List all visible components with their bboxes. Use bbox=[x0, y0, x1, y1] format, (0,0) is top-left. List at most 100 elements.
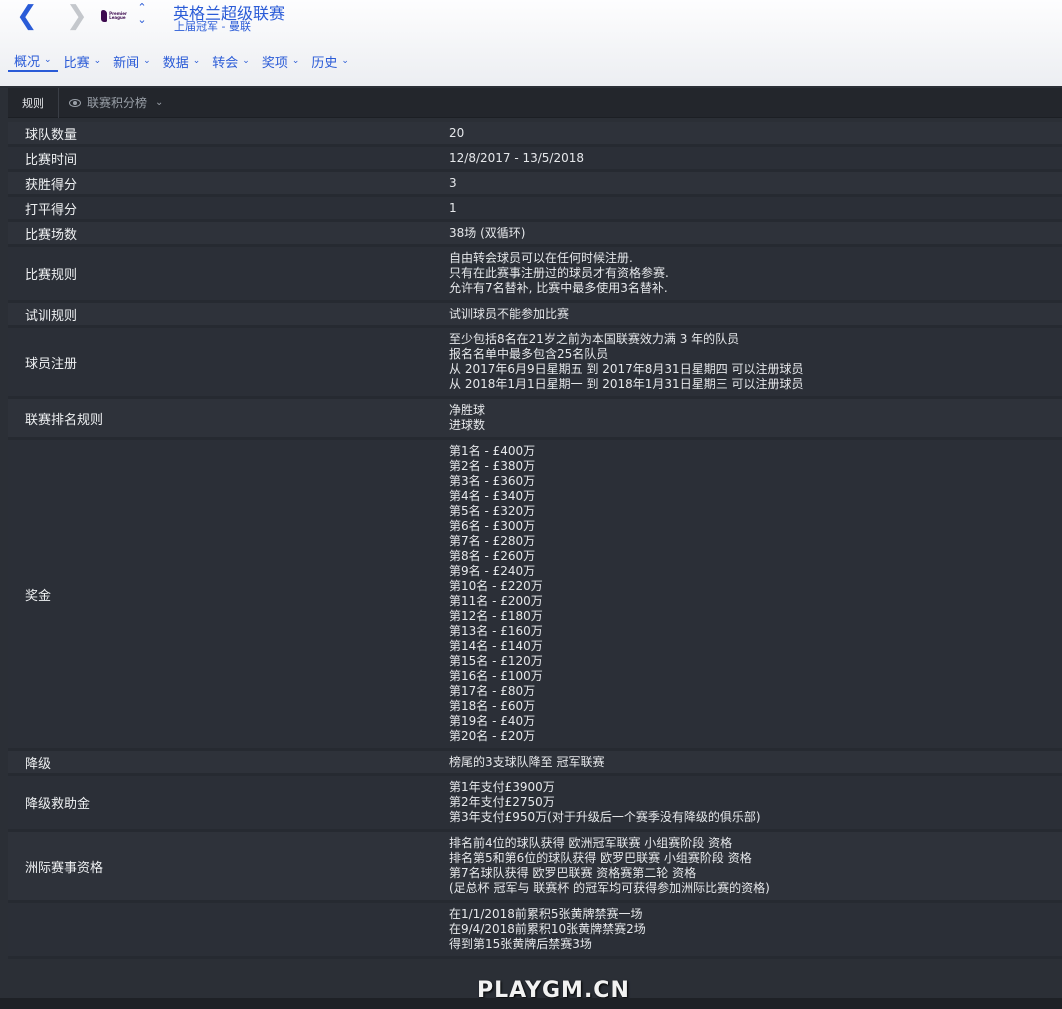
value-line: 在1/1/2018前累积5张黄牌禁赛一场 bbox=[449, 907, 643, 921]
row-value: 1 bbox=[449, 197, 1062, 219]
chevron-down-icon: ⌄ bbox=[192, 56, 201, 66]
value-line: (足总杯 冠军与 联赛杯 的冠军均可获得参加洲际比赛的资格) bbox=[449, 881, 770, 895]
value-line: 第12名 - £180万 bbox=[449, 609, 543, 623]
value-line: 第8名 - £260万 bbox=[449, 549, 536, 563]
table-row: 试训规则 试训球员不能参加比赛 bbox=[8, 303, 1062, 328]
value-line: 第16名 - £100万 bbox=[449, 669, 543, 683]
tab-label: 新闻 bbox=[113, 55, 140, 71]
row-value: 自由转会球员可以在任何时候注册. 只有在此赛事注册过的球员才有资格参赛. 允许有7名… bbox=[449, 247, 1062, 300]
value-line: 在9/4/2018前累积10张黄牌禁赛2场 bbox=[449, 922, 646, 936]
row-label: 比赛规则 bbox=[25, 268, 78, 283]
tab-label: 比赛 bbox=[63, 55, 90, 71]
value-line: 第1名 - £400万 bbox=[449, 444, 536, 458]
table-row: 在1/1/2018前累积5张黄牌禁赛一场 在9/4/2018前累积10张黄牌禁赛2… bbox=[8, 903, 1062, 959]
value-line: 第9名 - £240万 bbox=[449, 564, 536, 578]
value-line: 1 bbox=[449, 200, 457, 215]
forward-arrow-icon[interactable]: ❯ bbox=[66, 3, 90, 30]
table-row: 比赛场数 38场 (双循环) bbox=[8, 222, 1062, 247]
standings-dropdown[interactable]: 联赛积分榜 ⌄ bbox=[59, 88, 173, 118]
value-line: 第1年支付£3900万 bbox=[449, 780, 555, 794]
value-line: 得到第15张黄牌后禁赛3场 bbox=[449, 937, 592, 951]
eye-icon bbox=[69, 98, 81, 107]
row-label: 降级 bbox=[25, 756, 52, 772]
table-row: 降级救助金 第1年支付£3900万 第2年支付£2750万 第3年支付£950万(对于… bbox=[8, 776, 1062, 832]
value-line: 第10名 - £220万 bbox=[449, 579, 543, 593]
value-line: 从 2017年6月9日星期五 到 2017年8月31日星期四 可以注册球员 bbox=[449, 362, 804, 376]
tab-transfers[interactable]: 转会 ⌄ bbox=[206, 50, 256, 72]
rules-button[interactable]: 规则 bbox=[8, 87, 59, 118]
competition-switch-icon[interactable]: ⌃ ⌄ bbox=[135, 2, 149, 28]
row-value: 38场 (双循环) bbox=[449, 222, 1062, 244]
page-title: 英格兰超级联赛 bbox=[173, 4, 286, 23]
main-tabs: 概况 ⌄ 比赛 ⌄ 新闻 ⌄ 数据 ⌄ 转会 ⌄ 奖项 ⌄ 历史 ⌄ bbox=[8, 50, 355, 74]
chevron-down-icon: ⌄ bbox=[143, 56, 151, 66]
value-line: 允许有7名替补, 比赛中最多使用3名替补. bbox=[449, 281, 668, 295]
table-row: 联赛排名规则 净胜球 进球数 bbox=[8, 399, 1062, 440]
row-label: 比赛场数 bbox=[25, 227, 78, 243]
value-line: 第3名 - £360万 bbox=[449, 474, 536, 488]
value-line: 至少包括8名在21岁之前为本国联赛效力满 3 年的队员 bbox=[449, 332, 740, 346]
row-label: 联赛排名规则 bbox=[25, 412, 104, 428]
row-label: 获胜得分 bbox=[25, 177, 78, 193]
value-line: 第6名 - £300万 bbox=[449, 519, 536, 533]
row-label: 球队数量 bbox=[25, 127, 78, 143]
tab-news[interactable]: 新闻 ⌄ bbox=[107, 50, 157, 72]
table-row: 获胜得分 3 bbox=[8, 172, 1062, 197]
row-label: 比赛时间 bbox=[25, 152, 78, 168]
value-line: 20 bbox=[449, 125, 465, 140]
bottom-strip bbox=[0, 998, 1062, 1009]
row-value: 3 bbox=[449, 172, 1062, 194]
rules-table: 球队数量 20 比赛时间 12/8/2017 - 13/5/2018 获胜得分 3 打平得分… bbox=[8, 122, 1062, 984]
tab-label: 概况 bbox=[14, 54, 41, 70]
value-line: 第15名 - £120万 bbox=[449, 654, 543, 668]
value-line: 第19名 - £40万 bbox=[449, 714, 536, 728]
value-line: 从 2018年1月1日星期一 到 2018年1月31日星期三 可以注册球员 bbox=[449, 377, 804, 391]
row-label bbox=[8, 903, 449, 956]
value-line: 第11名 - £200万 bbox=[449, 594, 543, 608]
sub-toolbar: 规则 联赛积分榜 ⌄ bbox=[8, 87, 1062, 118]
row-label: 洲际赛事资格 bbox=[25, 860, 104, 876]
tab-label: 历史 bbox=[311, 55, 338, 71]
table-row: 球员注册 至少包括8名在21岁之前为本国联赛效力满 3 年的队员 报名名单中最多包含… bbox=[8, 328, 1062, 399]
row-value: 12/8/2017 - 13/5/2018 bbox=[449, 147, 1062, 169]
table-row: 球队数量 20 bbox=[8, 122, 1062, 147]
value-line: 第4名 - £340万 bbox=[449, 489, 536, 503]
value-line: 净胜球 bbox=[449, 403, 486, 417]
tab-overview[interactable]: 概况 ⌄ bbox=[8, 50, 58, 72]
tab-label: 数据 bbox=[162, 55, 189, 71]
row-value: 排名前4位的球队获得 欧洲冠军联赛 小组赛阶段 资格 排名第5和第6位的球队获得 … bbox=[449, 832, 1062, 900]
row-value: 在1/1/2018前累积5张黄牌禁赛一场 在9/4/2018前累积10张黄牌禁赛2… bbox=[449, 903, 1062, 956]
value-line: 第2名 - £380万 bbox=[449, 459, 536, 473]
table-row: 奖金 第1名 - £400万 第2名 - £380万 第3名 - £360万 第4名 -… bbox=[8, 440, 1062, 751]
value-line: 只有在此赛事注册过的球员才有资格参赛. bbox=[449, 266, 669, 280]
row-label: 打平得分 bbox=[25, 202, 78, 218]
table-row: 比赛时间 12/8/2017 - 13/5/2018 bbox=[8, 147, 1062, 172]
tab-label: 转会 bbox=[212, 55, 239, 71]
chevron-down-icon: ⌄ bbox=[242, 56, 250, 66]
last-champion-link[interactable]: 上届冠军 - 曼联 bbox=[174, 18, 251, 33]
value-line: 报名名单中最多包含25名队员 bbox=[449, 347, 609, 361]
row-value: 20 bbox=[449, 122, 1062, 144]
tab-matches[interactable]: 比赛 ⌄ bbox=[58, 50, 108, 72]
row-value: 净胜球 进球数 bbox=[449, 399, 1062, 437]
value-line: 第14名 - £140万 bbox=[449, 639, 543, 653]
table-row: 洲际赛事资格 排名前4位的球队获得 欧洲冠军联赛 小组赛阶段 资格 排名第5和第6位… bbox=[8, 832, 1062, 903]
value-line: 排名前4位的球队获得 欧洲冠军联赛 小组赛阶段 资格 bbox=[449, 836, 733, 850]
value-line: 第5名 - £320万 bbox=[449, 504, 536, 518]
value-line: 第13名 - £160万 bbox=[449, 624, 543, 638]
value-line: 第2年支付£2750万 bbox=[449, 795, 555, 809]
back-arrow-icon[interactable]: ❮ bbox=[16, 3, 40, 30]
value-line: 排名第5和第6位的球队获得 欧罗巴联赛 小组赛阶段 资格 bbox=[449, 851, 752, 865]
standings-label: 联赛积分榜 bbox=[87, 96, 148, 110]
tab-stats[interactable]: 数据 ⌄ bbox=[157, 50, 207, 72]
tab-label: 奖项 bbox=[261, 55, 288, 71]
value-line: 榜尾的3支球队降至 冠军联赛 bbox=[449, 754, 605, 769]
row-label: 球员注册 bbox=[25, 356, 78, 372]
tab-history[interactable]: 历史 ⌄ bbox=[305, 50, 355, 72]
value-line: 3 bbox=[449, 175, 457, 190]
table-row: 打平得分 1 bbox=[8, 197, 1062, 222]
tab-awards[interactable]: 奖项 ⌄ bbox=[256, 50, 306, 72]
table-row: 降级 榜尾的3支球队降至 冠军联赛 bbox=[8, 751, 1062, 776]
chevron-down-icon: ⌄ bbox=[291, 56, 300, 66]
header-bar: ❮ ❯ Premier League ⌃ ⌄ 英格兰超级联赛 上届冠军 - 曼联 … bbox=[0, 0, 1062, 86]
